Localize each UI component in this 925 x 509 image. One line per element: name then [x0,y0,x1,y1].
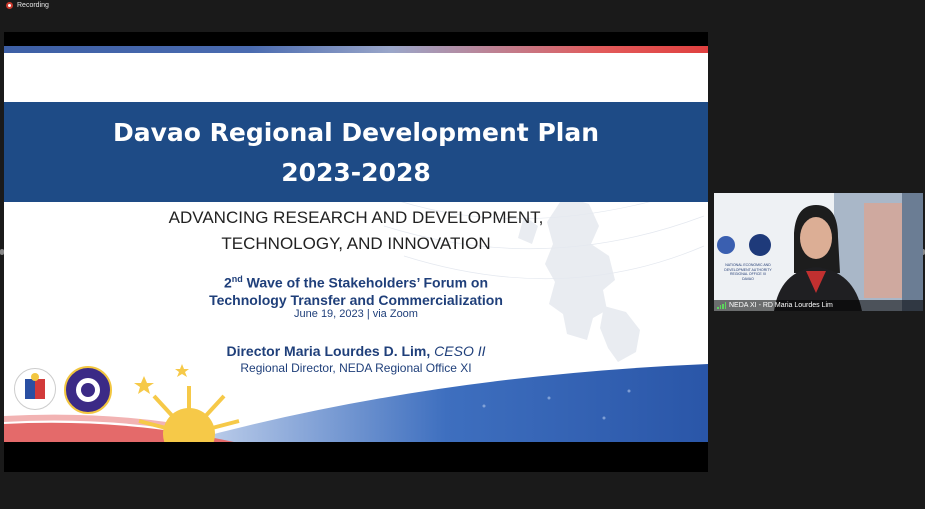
background-sign: NATIONAL ECONOMIC AND DEVELOPMENT AUTHOR… [718,263,778,281]
philippine-seal-icon [14,368,56,410]
signal-strength-icon [717,302,726,309]
participant-name-bar: NEDA XI - RD Maria Lourdes Lim [714,300,923,311]
sign-line4: DAVAO [742,276,754,281]
participant-video [714,193,923,311]
recording-icon [6,1,13,9]
participant-name: NEDA XI - RD Maria Lourdes Lim [729,302,833,309]
shared-screen[interactable]: Davao Regional Development Plan 2023-202… [4,32,708,472]
sign-line1: NATIONAL ECONOMIC AND [725,263,771,267]
recording-label: Recording [17,1,49,9]
recording-indicator[interactable]: Recording [6,0,49,10]
rdc-seal-icon [64,366,112,414]
presentation-slide: Davao Regional Development Plan 2023-202… [4,46,708,442]
participant-video-tile[interactable]: NATIONAL ECONOMIC AND DEVELOPMENT AUTHOR… [714,193,923,311]
